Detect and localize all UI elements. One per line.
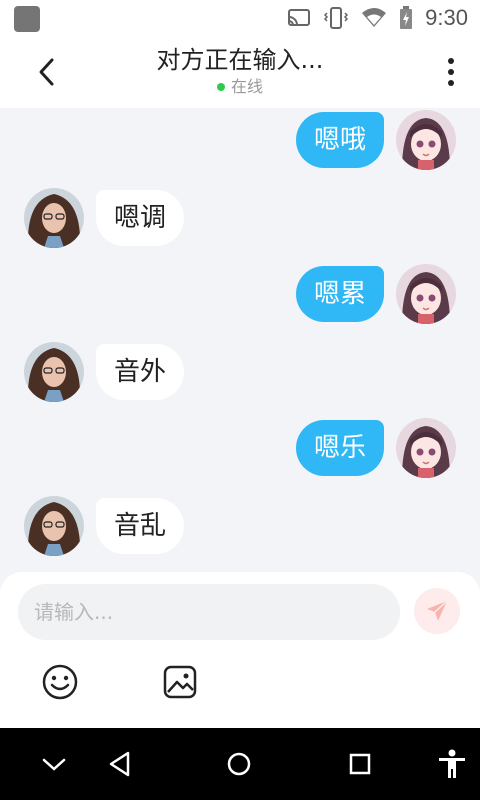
home-circle-icon (227, 752, 251, 776)
nav-back-button[interactable] (104, 748, 136, 780)
battery-icon (400, 6, 413, 29)
avatar-contact[interactable] (24, 496, 84, 556)
accessibility-icon (439, 749, 465, 778)
avatar-contact[interactable] (24, 188, 84, 248)
composer (0, 572, 480, 728)
nav-home-button[interactable] (223, 748, 255, 780)
navigation-bar (0, 728, 480, 800)
page-title: 对方正在输入... (156, 46, 324, 74)
avatar-self[interactable] (396, 264, 456, 324)
emoji-button[interactable] (40, 662, 80, 702)
presence-label: 在线 (230, 77, 263, 96)
status-bar: 9:30 (0, 0, 480, 36)
accessibility-button[interactable] (436, 748, 468, 780)
avatar-contact[interactable] (24, 342, 84, 402)
collapse-button[interactable] (38, 748, 70, 780)
avatar-self[interactable] (396, 110, 456, 170)
message-bubble-incoming[interactable]: 音外 (96, 344, 185, 400)
message-bubble-outgoing[interactable]: 嗯乐 (295, 420, 384, 476)
status-icons: 9:30 (287, 0, 468, 36)
chat-header: 对方正在输入... 在线 (0, 36, 480, 108)
online-dot-icon (216, 83, 225, 91)
message-row: 嗯调 (0, 188, 480, 248)
back-triangle-icon (109, 751, 130, 777)
chevron-left-icon (39, 58, 54, 86)
message-row: 嗯乐 (0, 418, 480, 478)
send-button[interactable] (414, 588, 460, 634)
message-bubble-outgoing[interactable]: 嗯累 (295, 266, 384, 322)
title-block: 对方正在输入... 在线 (80, 44, 400, 98)
more-button[interactable] (444, 56, 458, 88)
image-icon (163, 665, 197, 699)
vibrate-icon (324, 7, 349, 29)
avatar-self[interactable] (396, 418, 456, 478)
back-button[interactable] (32, 54, 64, 90)
app-icon (14, 6, 40, 32)
wifi-icon (362, 8, 387, 27)
more-vertical-icon (448, 58, 454, 86)
message-row: 嗯累 (0, 264, 480, 324)
message-input[interactable] (18, 584, 400, 640)
cast-icon (288, 9, 311, 26)
chevron-down-icon (42, 758, 66, 771)
recents-square-icon (349, 753, 371, 775)
message-list[interactable]: 嗯哦 嗯调 嗯累 音外 嗯乐 音乱 (0, 108, 480, 572)
message-row: 嗯哦 (0, 110, 480, 170)
nav-recents-button[interactable] (344, 748, 376, 780)
send-icon (427, 600, 448, 621)
message-row: 音乱 (0, 496, 480, 556)
status-time: 9:30 (425, 5, 468, 30)
image-button[interactable] (160, 662, 200, 702)
presence-status: 在线 (80, 76, 400, 98)
message-bubble-outgoing[interactable]: 嗯哦 (295, 112, 384, 168)
message-bubble-incoming[interactable]: 嗯调 (96, 190, 185, 246)
message-row: 音外 (0, 342, 480, 402)
emoji-icon (42, 664, 78, 700)
message-bubble-incoming[interactable]: 音乱 (96, 498, 185, 554)
